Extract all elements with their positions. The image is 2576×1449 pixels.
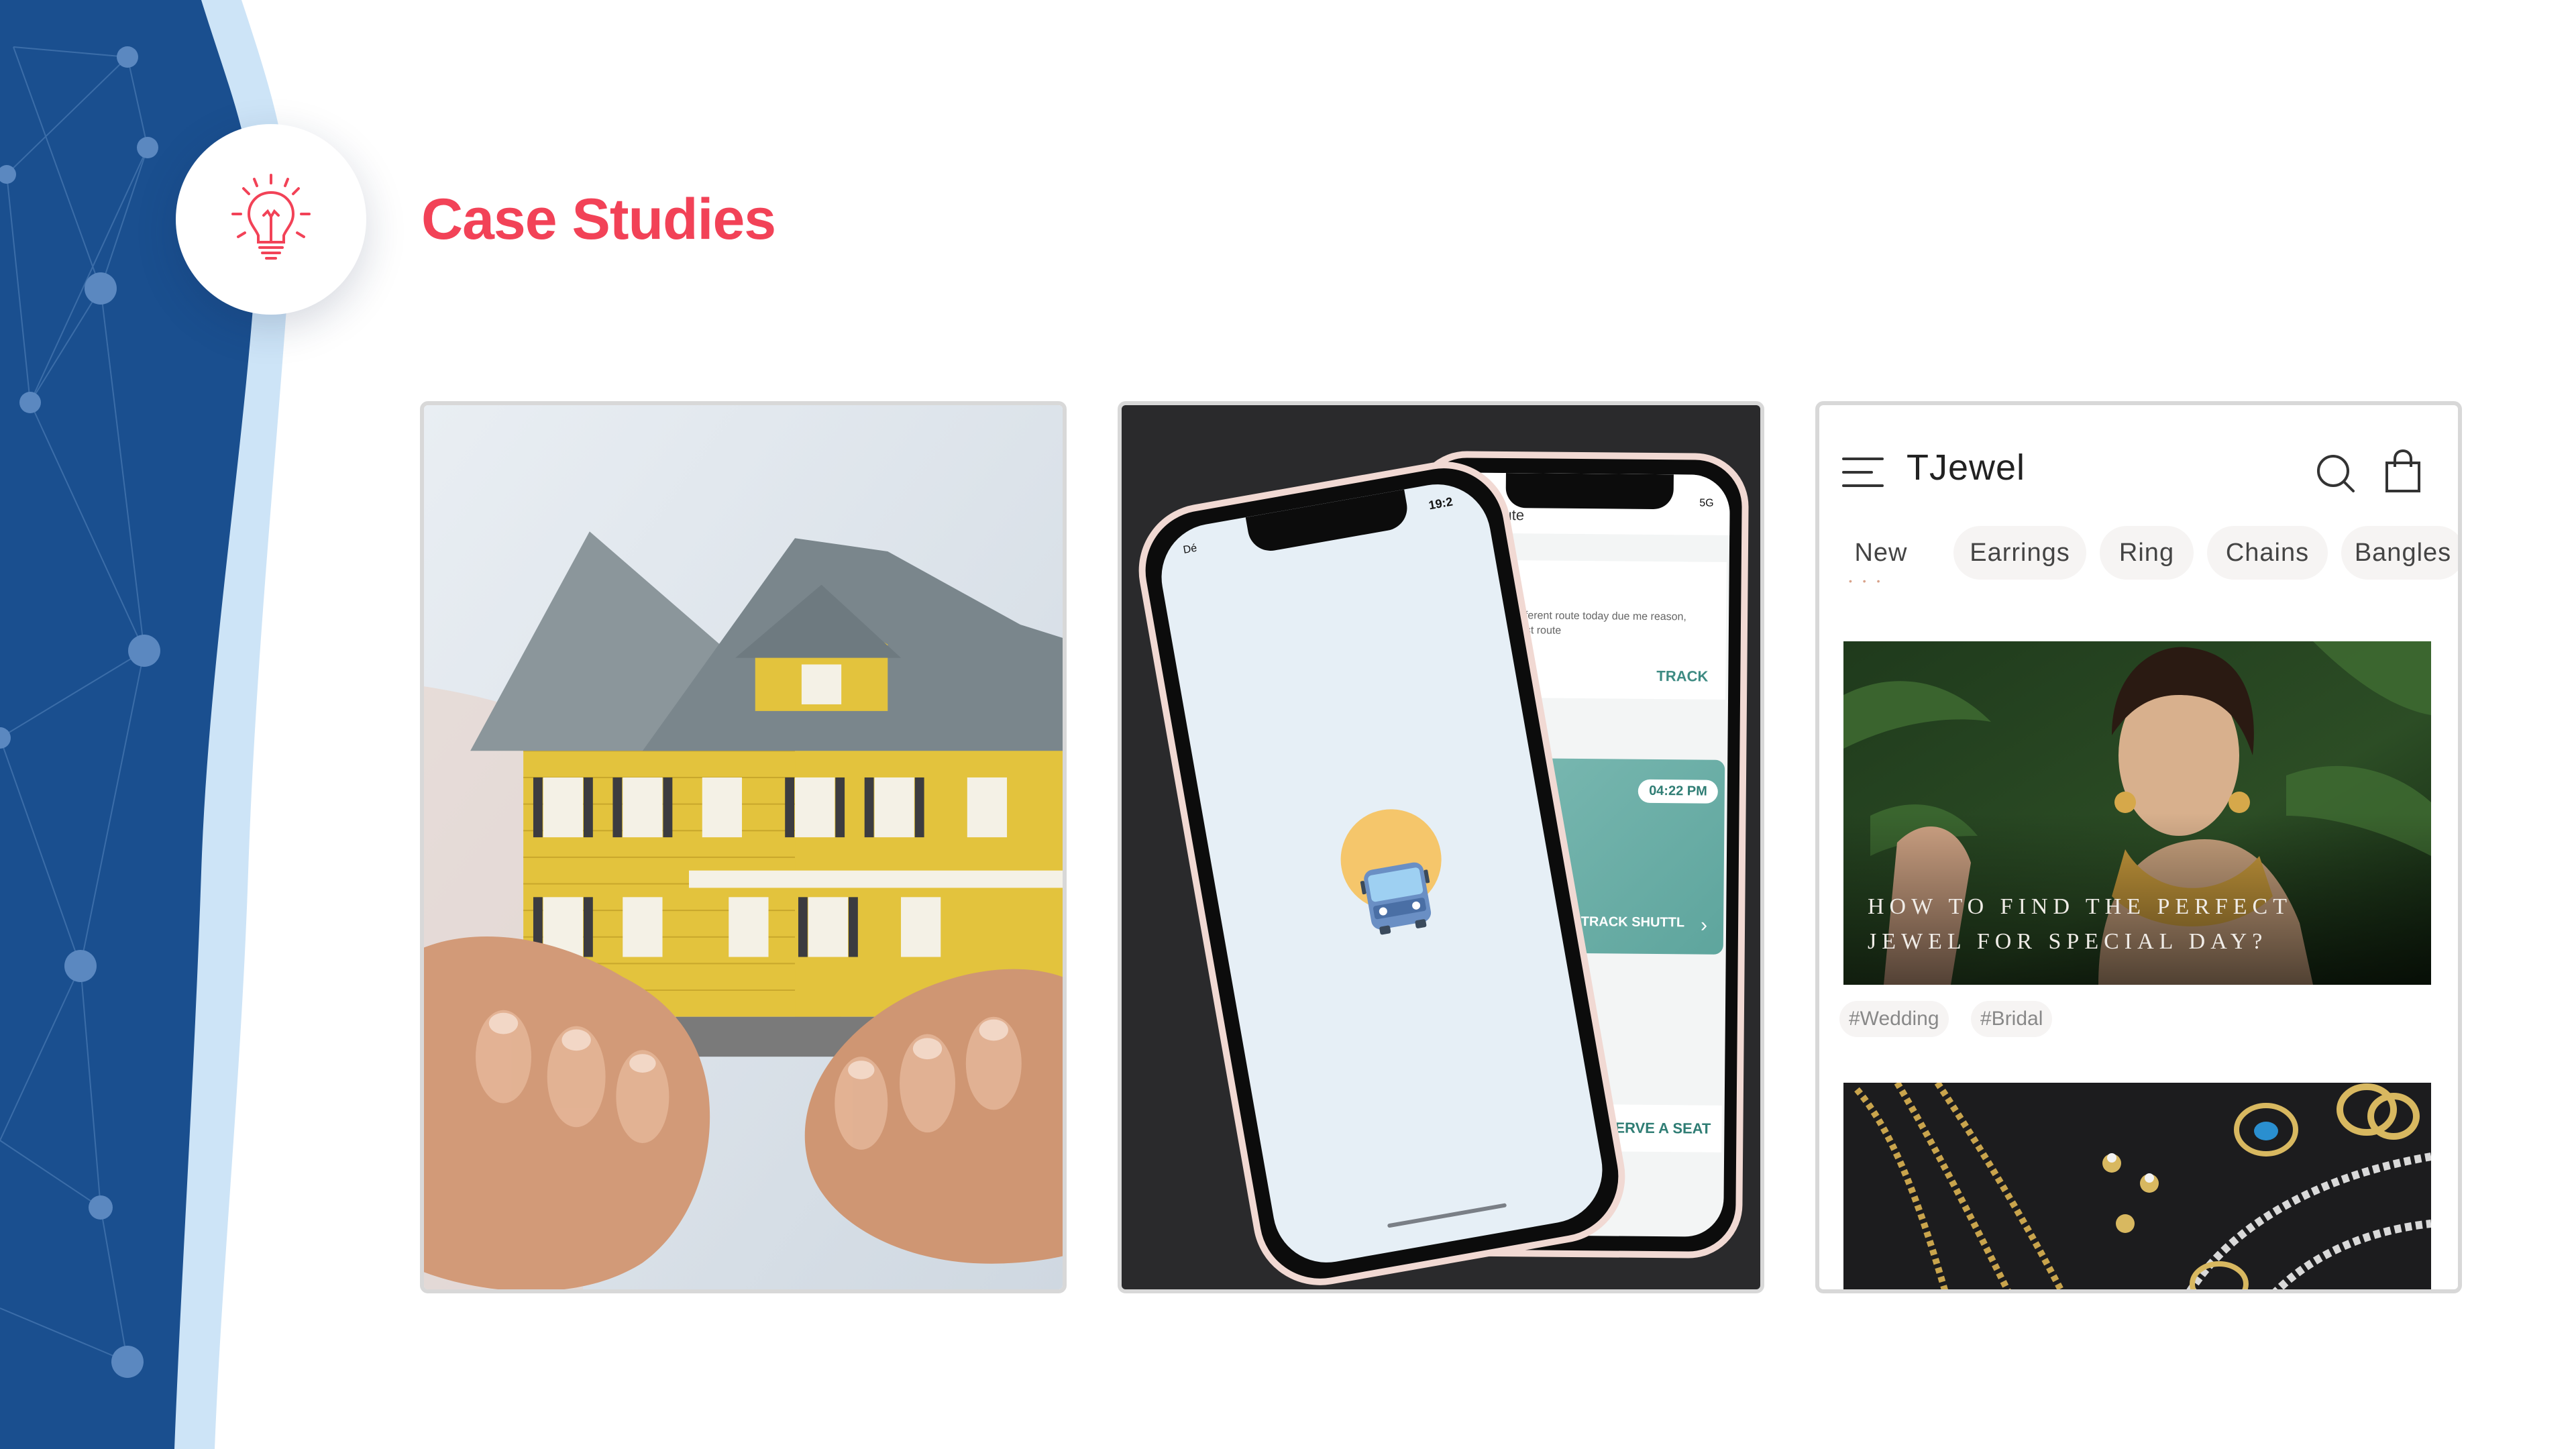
track-shuttle-button[interactable]: TRACK SHUTTL bbox=[1581, 914, 1685, 930]
jewelry-collection-image[interactable] bbox=[1843, 1083, 2431, 1289]
article-title: HOW TO FIND THE PERFECT JEWEL FOR SPECIA… bbox=[1868, 894, 2292, 954]
chevron-right-icon[interactable]: › bbox=[1701, 914, 1707, 937]
jewelry-flatlay-photo bbox=[1843, 1083, 2431, 1289]
menu-icon[interactable] bbox=[1842, 458, 1884, 487]
app-header: TJewel bbox=[1819, 405, 2458, 519]
article-hero[interactable]: HOW TO FIND THE PERFECT JEWEL FOR SPECIA… bbox=[1843, 641, 2431, 985]
category-tabs: New • • • Earrings Ring Chains Bangles bbox=[1839, 526, 2458, 586]
tab-new[interactable]: New bbox=[1839, 526, 1923, 580]
shopping-bag-icon[interactable] bbox=[2384, 449, 2422, 494]
phone-notch bbox=[1505, 473, 1674, 510]
tab-chains[interactable]: Chains bbox=[2207, 526, 2328, 580]
lightbulb-icon-badge bbox=[176, 124, 366, 315]
active-tab-indicator: • • • bbox=[1849, 576, 1884, 586]
tab-ring[interactable]: Ring bbox=[2100, 526, 2194, 580]
track-button[interactable]: TRACK bbox=[1656, 667, 1708, 686]
bus-icon bbox=[1340, 809, 1442, 935]
time-badge: 04:22 PM bbox=[1638, 779, 1718, 804]
case-study-card-jewel-app[interactable]: TJewel New • • • Earrings Ring Chains Ba… bbox=[1815, 401, 2462, 1293]
tab-bangles[interactable]: Bangles bbox=[2341, 526, 2458, 580]
case-study-card-shuttle-app[interactable]: ch for a route 5G tification shuttl is t… bbox=[1118, 401, 1764, 1293]
tag-wedding[interactable]: #Wedding bbox=[1839, 1001, 1949, 1037]
page-title: Case Studies bbox=[421, 187, 776, 252]
status-indicator: Dé bbox=[1182, 542, 1198, 556]
status-time: 19:2 bbox=[1428, 494, 1454, 513]
search-icon[interactable] bbox=[2314, 452, 2356, 494]
lightbulb-icon bbox=[231, 174, 311, 260]
case-study-card-real-estate[interactable] bbox=[420, 401, 1067, 1293]
bookmark-icon[interactable] bbox=[2387, 656, 2431, 985]
tab-earrings[interactable]: Earrings bbox=[1953, 526, 2086, 580]
house-model-image bbox=[424, 405, 1063, 1289]
home-indicator bbox=[1387, 1203, 1507, 1228]
signal-indicator: 5G bbox=[1699, 497, 1714, 509]
phone-notch bbox=[1245, 489, 1411, 555]
tag-bridal[interactable]: #Bridal bbox=[1971, 1001, 2053, 1037]
app-name: TJewel bbox=[1907, 447, 2026, 488]
